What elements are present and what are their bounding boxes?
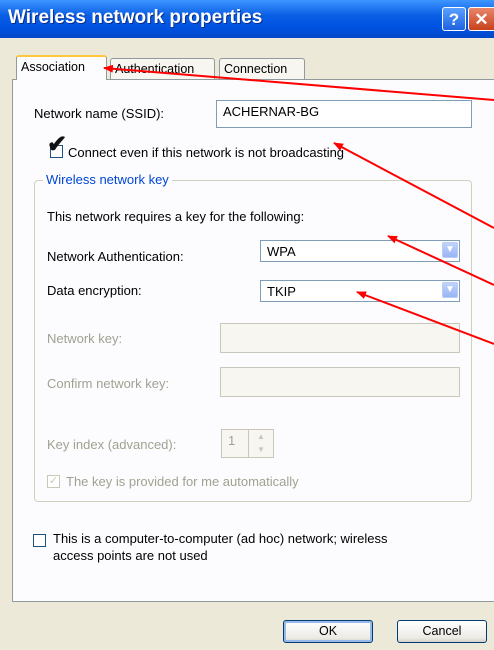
auto-key-checkbox[interactable]: ✓ <box>47 475 60 488</box>
key-index-value: 1 <box>228 433 236 448</box>
chevron-down-icon[interactable]: ▼ <box>442 242 458 258</box>
auth-label: Network Authentication: <box>47 249 184 264</box>
key-index-label: Key index (advanced): <box>47 437 177 452</box>
encryption-label: Data encryption: <box>47 283 142 298</box>
ok-button[interactable]: OK <box>283 620 373 643</box>
chevron-down-icon[interactable]: ▼ <box>442 282 458 298</box>
key-index-input[interactable]: 1 <box>221 429 249 458</box>
key-description: This network requires a key for the foll… <box>47 209 305 224</box>
tab-association[interactable]: Association <box>16 55 107 80</box>
key-index-spinner[interactable]: ▲ ▼ <box>248 429 274 458</box>
title-bar: Wireless network properties ? ✕ <box>0 0 494 38</box>
adhoc-checkbox[interactable] <box>33 534 46 547</box>
auth-select[interactable]: WPA ▼ <box>260 240 460 262</box>
checkmark-icon: ✔ <box>47 131 68 158</box>
broadcast-label[interactable]: Connect even if this network is not broa… <box>68 145 344 160</box>
wireless-key-group-title: Wireless network key <box>43 172 172 187</box>
tab-connection[interactable]: Connection <box>219 58 305 80</box>
cancel-button[interactable]: Cancel <box>397 620 487 643</box>
confirm-key-input[interactable] <box>220 367 460 397</box>
auto-key-label[interactable]: The key is provided for me automatically <box>66 474 299 489</box>
ssid-label: Network name (SSID): <box>34 106 165 121</box>
encryption-select[interactable]: TKIP ▼ <box>260 280 460 302</box>
tab-authentication[interactable]: Authentication <box>110 58 215 80</box>
network-key-input[interactable] <box>220 323 460 353</box>
spin-down-icon[interactable]: ▼ <box>249 443 273 456</box>
close-button[interactable]: ✕ <box>468 7 494 31</box>
adhoc-label-line2[interactable]: access points are not used <box>53 548 208 563</box>
auth-value: WPA <box>267 244 296 259</box>
ssid-value: ACHERNAR-BG <box>223 104 320 119</box>
network-key-label: Network key: <box>47 331 123 346</box>
spin-up-icon[interactable]: ▲ <box>249 430 273 443</box>
window-title: Wireless network properties <box>8 7 263 28</box>
adhoc-label-line1[interactable]: This is a computer-to-computer (ad hoc) … <box>53 531 388 546</box>
ssid-input[interactable]: ACHERNAR-BG <box>216 100 472 128</box>
help-button[interactable]: ? <box>442 7 466 31</box>
encryption-value: TKIP <box>267 284 296 299</box>
confirm-key-label: Confirm network key: <box>47 376 170 391</box>
